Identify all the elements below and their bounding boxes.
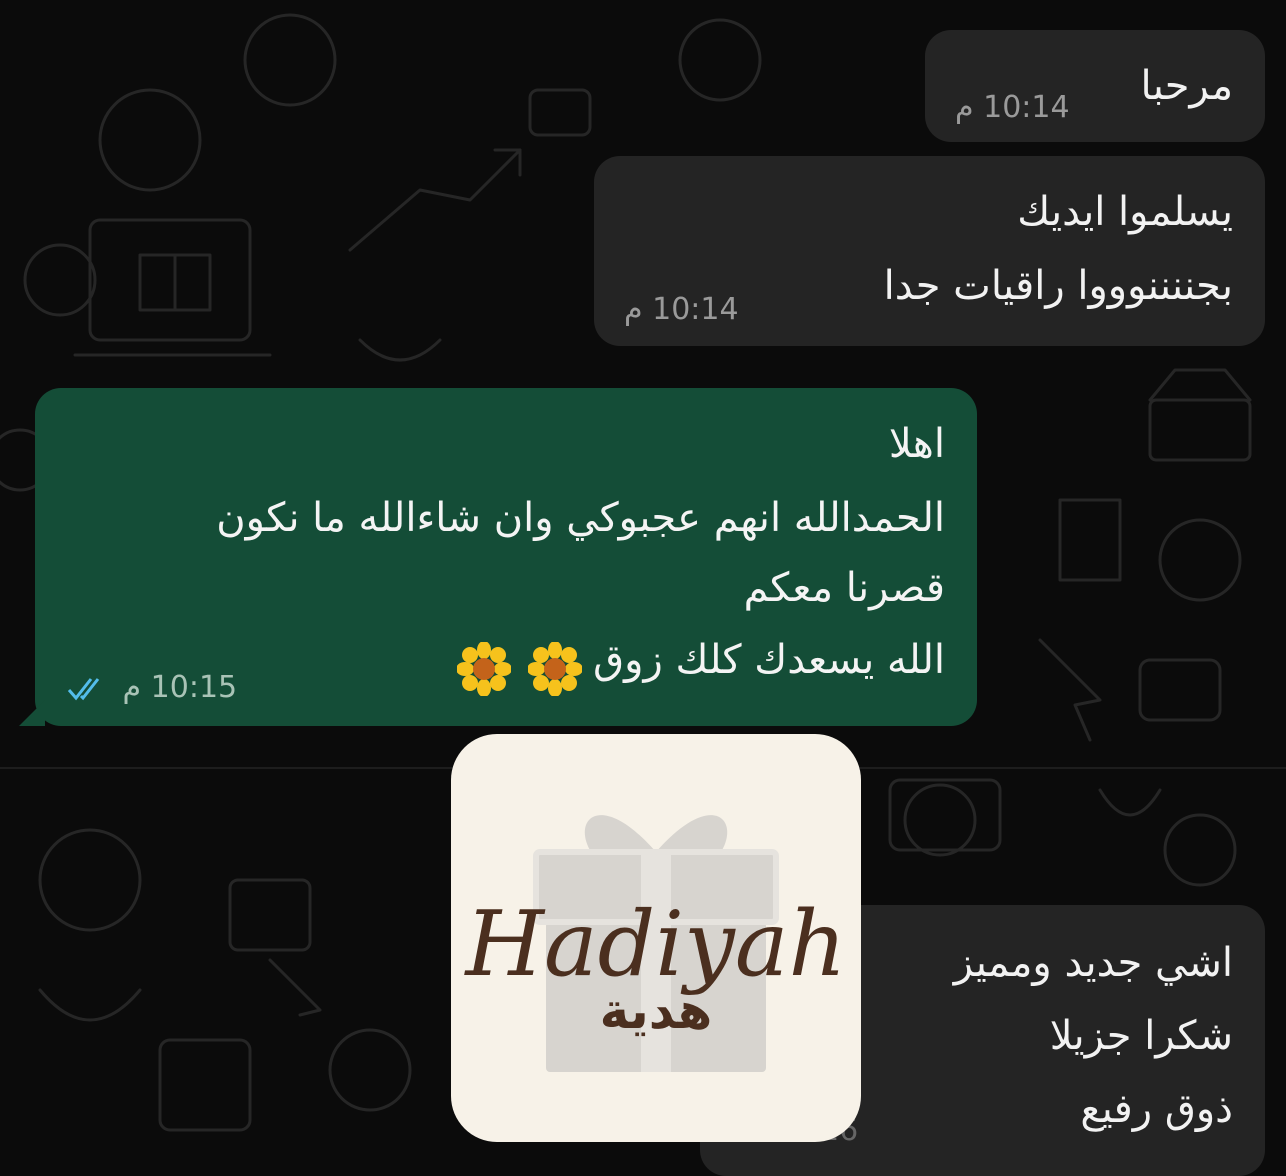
message-timestamp: 10:15 م xyxy=(122,670,238,705)
message-text: الحمدالله انهم عجبوكي وان شاءالله ما نكو… xyxy=(216,495,945,541)
message-text: ذوق رفيع xyxy=(1080,1086,1233,1132)
logo-wordmark-arabic: هدية xyxy=(599,982,713,1040)
message-text: الله يسعدك كلك زوق xyxy=(593,637,945,683)
double-check-icon xyxy=(67,677,100,700)
message-text: قصرنا معكم xyxy=(743,565,945,611)
sunflower-emoji xyxy=(456,641,511,696)
message-text: اهلا xyxy=(888,421,945,467)
message-text: يسلموا ايديك xyxy=(1017,189,1233,235)
hadiyah-logo-card: Hadiyah هدية xyxy=(451,734,861,1142)
message-line: الله يسعدك كلك زوق xyxy=(451,632,945,696)
message-timestamp: 10:14 م xyxy=(955,90,1070,125)
bubble-tail xyxy=(19,700,45,726)
message-text: مرحبا xyxy=(1140,63,1233,109)
message-bubble-incoming[interactable]: مرحبا 10:14 م xyxy=(925,30,1265,142)
message-timestamp: 10:14 م xyxy=(624,292,739,327)
message-bubble-incoming[interactable]: يسلموا ايديك بجننننوووا راقيات جدا 10:14… xyxy=(594,156,1265,346)
message-bubble-outgoing[interactable]: اهلا الحمدالله انهم عجبوكي وان شاءالله م… xyxy=(19,388,977,726)
sunflower-emoji xyxy=(528,641,583,696)
message-text: بجننننوووا راقيات جدا xyxy=(883,263,1233,309)
message-text: اشي جديد ومميز xyxy=(953,940,1233,986)
message-text: شكرا جزيلا xyxy=(1049,1013,1233,1059)
message-meta: 10:15 م xyxy=(67,670,237,705)
